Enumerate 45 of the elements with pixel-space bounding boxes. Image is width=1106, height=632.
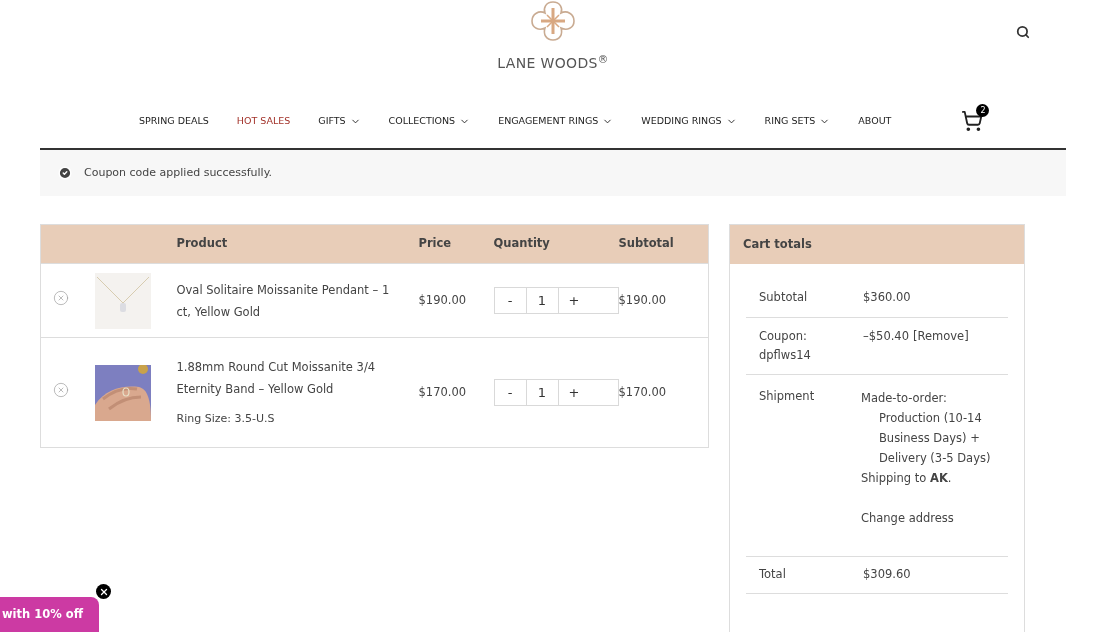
row-value: $360.00 — [863, 288, 911, 306]
check-icon — [58, 166, 72, 180]
decrease-button[interactable]: - — [494, 380, 526, 405]
row-label: Coupon: dpflws14 — [759, 328, 812, 364]
column-header: Price — [418, 224, 494, 264]
cart-count: 2 — [976, 104, 990, 117]
close-icon[interactable] — [96, 584, 111, 599]
shipping-destination: Shipping to AK. — [860, 470, 953, 487]
row-value: –$50.40 — [863, 328, 909, 345]
nav-link[interactable]: WEDDING RINGS — [641, 113, 737, 129]
nav-link[interactable]: HOT SALES — [236, 113, 291, 129]
subtotal-cell: $190.00 — [618, 263, 709, 338]
brand-name[interactable]: LANE WOODS$^{®}$ — [497, 53, 609, 74]
panel-title: Cart totals — [730, 225, 1024, 264]
column-header: Product — [176, 224, 419, 264]
discount-button[interactable]: with 10% off — [0, 597, 99, 632]
increase-button[interactable]: + — [558, 380, 590, 405]
change-address-link[interactable]: Change address — [860, 508, 1008, 528]
product-link[interactable]: Oval Solitaire Moissanite Pendant – 1 ct, Yellow Gold — [176, 278, 395, 323]
product-variation: Ring Size: 3.5-U.S — [176, 410, 276, 427]
nav-link[interactable]: ENGAGEMENT RINGS — [498, 113, 614, 129]
subtotal-cell: $170.00 — [618, 337, 709, 448]
nav-link[interactable]: SPRING DEALS — [139, 113, 209, 129]
decrease-button[interactable]: - — [494, 288, 526, 313]
search-icon[interactable] — [1016, 25, 1030, 39]
nav-link[interactable]: RING SETS — [764, 113, 831, 129]
price-cell: $190.00 — [418, 263, 494, 338]
shipping-method: Made-to-order: — [860, 390, 948, 407]
quantity-field[interactable]: 1 — [525, 288, 559, 313]
row-label: Total — [759, 566, 787, 584]
notice-message: Coupon code applied successfully. — [84, 164, 273, 181]
price-cell: $170.00 — [418, 337, 494, 448]
row-label: Shipment — [759, 388, 816, 405]
nav-link[interactable]: ABOUT — [858, 113, 892, 129]
remove-link[interactable]: [Remove] — [913, 327, 969, 365]
row-value: $309.60 — [863, 566, 911, 584]
quantity-field[interactable]: 1 — [525, 380, 559, 405]
column-header: Quantity — [493, 224, 619, 264]
nav-link[interactable]: COLLECTIONS — [388, 113, 471, 129]
increase-button[interactable]: + — [558, 288, 590, 313]
row-label: Subtotal — [759, 288, 809, 306]
product-link[interactable]: 1.88mm Round Cut Moissanite 3/4 Eternity Band – Yellow Gold — [176, 355, 395, 400]
column-header: Subtotal — [618, 224, 709, 264]
nav-link[interactable]: GIFTS — [318, 113, 361, 129]
shipping-detail: Production (10-14 Business Days) + Delivery (3-5 Days) — [877, 410, 992, 467]
